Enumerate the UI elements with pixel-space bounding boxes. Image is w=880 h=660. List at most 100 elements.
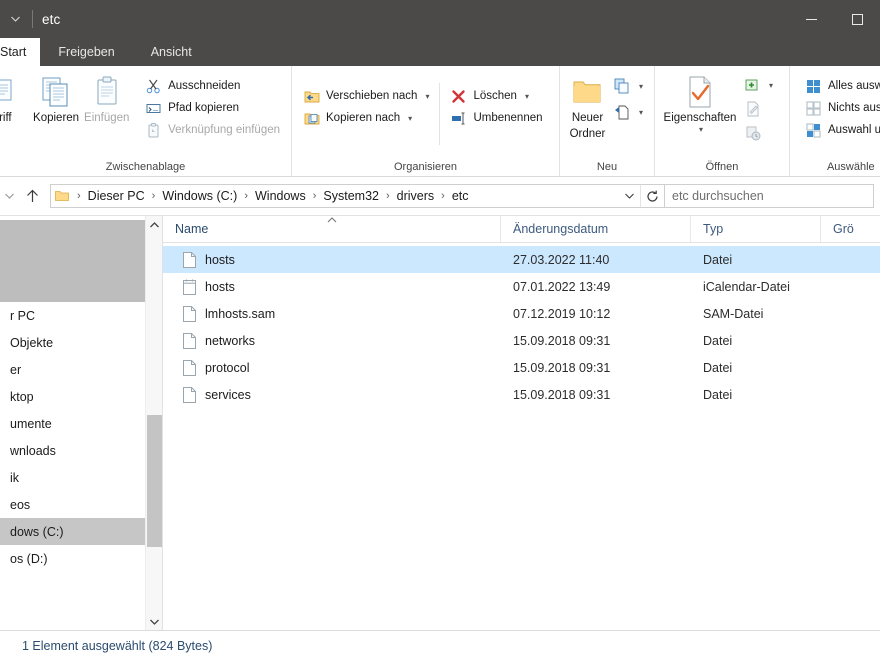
chevron-down-icon[interactable]: ▾ [425, 92, 429, 101]
column-header-name[interactable]: Name [163, 216, 501, 242]
breadcrumb-item-drivers[interactable]: drivers [394, 189, 438, 203]
history-button[interactable] [739, 121, 778, 145]
paste-shortcut-icon [145, 122, 162, 139]
table-row[interactable]: services 15.09.2018 09:31 Datei [163, 381, 880, 408]
ribbon-group-organisieren: Verschieben nach ▾ Kopieren nach ▾ Lösch… [292, 66, 560, 176]
sidebar-item-downloads[interactable]: wnloads [0, 437, 162, 464]
cell-date: 07.12.2019 10:12 [513, 306, 611, 321]
sidebar-item-dieser-pc[interactable]: r PC [0, 302, 162, 329]
copy-to-icon [303, 110, 320, 127]
sidebar-item-drive-d[interactable]: os (D:) [0, 545, 162, 572]
tab-start[interactable]: Start [0, 38, 41, 66]
sidebar-item-musik[interactable]: ik [0, 464, 162, 491]
chevron-down-icon[interactable]: ▾ [639, 82, 643, 91]
back-button[interactable] [0, 181, 18, 211]
breadcrumb-separator: › [441, 190, 445, 202]
copy-label: Kopieren [33, 112, 80, 124]
delete-button[interactable]: Löschen ▾ [445, 85, 547, 107]
window-controls [788, 0, 880, 38]
new-item-button[interactable]: ▾ [609, 73, 648, 99]
sidebar-item-videos[interactable]: eos [0, 491, 162, 518]
breadcrumb-item-etc[interactable]: etc [449, 189, 472, 203]
select-all-button[interactable]: Alles ausw [800, 75, 880, 97]
status-text: 1 Element ausgewählt (824 Bytes) [22, 638, 213, 653]
pin-to-quick-access-button[interactable]: riff [0, 71, 31, 125]
navigation-scrollbar[interactable] [145, 216, 162, 630]
ribbon-group-label-auswaehlen: Auswähle [826, 161, 875, 173]
table-row[interactable]: lmhosts.sam 07.12.2019 10:12 SAM-Datei [163, 300, 880, 327]
breadcrumb-separator: › [77, 190, 81, 202]
delete-label: Löschen [473, 90, 517, 102]
ribbon-group-label-neu: Neu [596, 161, 618, 173]
chevron-up-icon[interactable] [146, 216, 163, 233]
breadcrumb-item-system32[interactable]: System32 [320, 189, 382, 203]
table-row[interactable]: hosts 07.01.2022 13:49 iCalendar-Datei [163, 273, 880, 300]
chevron-down-icon[interactable]: ▾ [699, 125, 703, 134]
open-with-button[interactable]: ▾ [739, 73, 778, 97]
sidebar-item-dokumente[interactable]: umente [0, 410, 162, 437]
history-icon [744, 125, 761, 142]
paste-shortcut-button[interactable]: Verknüpfung einfügen [140, 119, 285, 141]
chevron-down-icon[interactable] [2, 6, 28, 32]
edit-button[interactable] [739, 97, 778, 121]
chevron-down-icon[interactable] [146, 613, 163, 630]
sidebar-item-3d-objekte[interactable]: Objekte [0, 329, 162, 356]
cell-name: networks [163, 332, 501, 349]
ribbon-group-label-organisieren: Organisieren [394, 161, 457, 173]
rename-icon [450, 110, 467, 127]
delete-x-icon [450, 88, 467, 105]
sidebar-item-desktop[interactable]: ktop [0, 383, 162, 410]
sidebar-item-windows-c[interactable]: dows (C:) [0, 518, 162, 545]
chevron-down-icon[interactable] [618, 193, 640, 199]
search-input[interactable] [664, 185, 873, 207]
table-row[interactable]: hosts 27.03.2022 11:40 Datei [163, 246, 880, 273]
paste-button[interactable]: Einfügen [81, 71, 132, 125]
move-to-button[interactable]: Verschieben nach ▾ [298, 85, 434, 107]
cut-button[interactable]: Ausschneiden [140, 75, 285, 97]
chevron-down-icon[interactable]: ▾ [639, 108, 643, 117]
breadcrumb-item-windows-c[interactable]: Windows (C:) [159, 189, 240, 203]
sidebar-item-label: wnloads [10, 443, 56, 458]
maximize-icon [851, 13, 863, 25]
new-folder-button[interactable]: Neuer Ordner [566, 71, 609, 141]
refresh-icon[interactable] [640, 185, 664, 207]
column-headers: Name Änderungsdatum Typ Grö [163, 216, 880, 243]
select-none-button[interactable]: Nichts aus [800, 97, 880, 119]
rename-button[interactable]: Umbenennen [445, 107, 547, 129]
up-button[interactable] [18, 181, 46, 211]
open-with-icon [744, 77, 761, 94]
column-header-type[interactable]: Typ [691, 216, 821, 242]
copy-button[interactable]: Kopieren [31, 71, 82, 125]
table-row[interactable]: protocol 15.09.2018 09:31 Datei [163, 354, 880, 381]
cell-name: hosts [163, 251, 501, 268]
minimize-button[interactable] [788, 0, 834, 38]
ribbon-group-auswaehlen: Alles ausw Nichts aus Auswahl Auswähle [790, 66, 880, 176]
column-header-label: Name [175, 222, 209, 236]
tab-ansicht[interactable]: Ansicht [133, 38, 210, 66]
breadcrumb-item-dieser-pc[interactable]: Dieser PC [85, 189, 148, 203]
scrollbar-track[interactable] [146, 233, 163, 613]
select-all-label: Alles ausw [828, 80, 880, 92]
invert-selection-button[interactable]: Auswahl um [800, 119, 880, 141]
breadcrumb-item-windows[interactable]: Windows [252, 189, 309, 203]
chevron-down-icon[interactable]: ▾ [408, 114, 412, 123]
properties-button[interactable]: Eigenschaften ▾ [661, 71, 739, 134]
scrollbar-thumb[interactable] [146, 415, 162, 547]
breadcrumb[interactable]: › Dieser PC › Windows (C:) › Windows › S… [50, 184, 665, 208]
select-none-label: Nichts aus [828, 102, 880, 114]
column-header-date[interactable]: Änderungsdatum [501, 216, 691, 242]
tab-freigeben[interactable]: Freigeben [40, 38, 132, 66]
copy-to-button[interactable]: Kopieren nach ▾ [298, 107, 434, 129]
sidebar-item-bilder[interactable]: er [0, 356, 162, 383]
cell-date: 15.09.2018 09:31 [513, 387, 611, 402]
maximize-button[interactable] [834, 0, 880, 38]
copy-path-button[interactable]: Pfad kopieren [140, 97, 285, 119]
cell-name: protocol [163, 359, 501, 376]
chevron-down-icon[interactable]: ▾ [525, 92, 529, 101]
column-header-size[interactable]: Grö [821, 216, 880, 242]
minimize-icon [805, 18, 817, 20]
easy-access-button[interactable]: ▾ [609, 99, 648, 125]
table-row[interactable]: networks 15.09.2018 09:31 Datei [163, 327, 880, 354]
chevron-down-icon[interactable]: ▾ [769, 81, 773, 90]
search-box[interactable] [664, 184, 874, 208]
